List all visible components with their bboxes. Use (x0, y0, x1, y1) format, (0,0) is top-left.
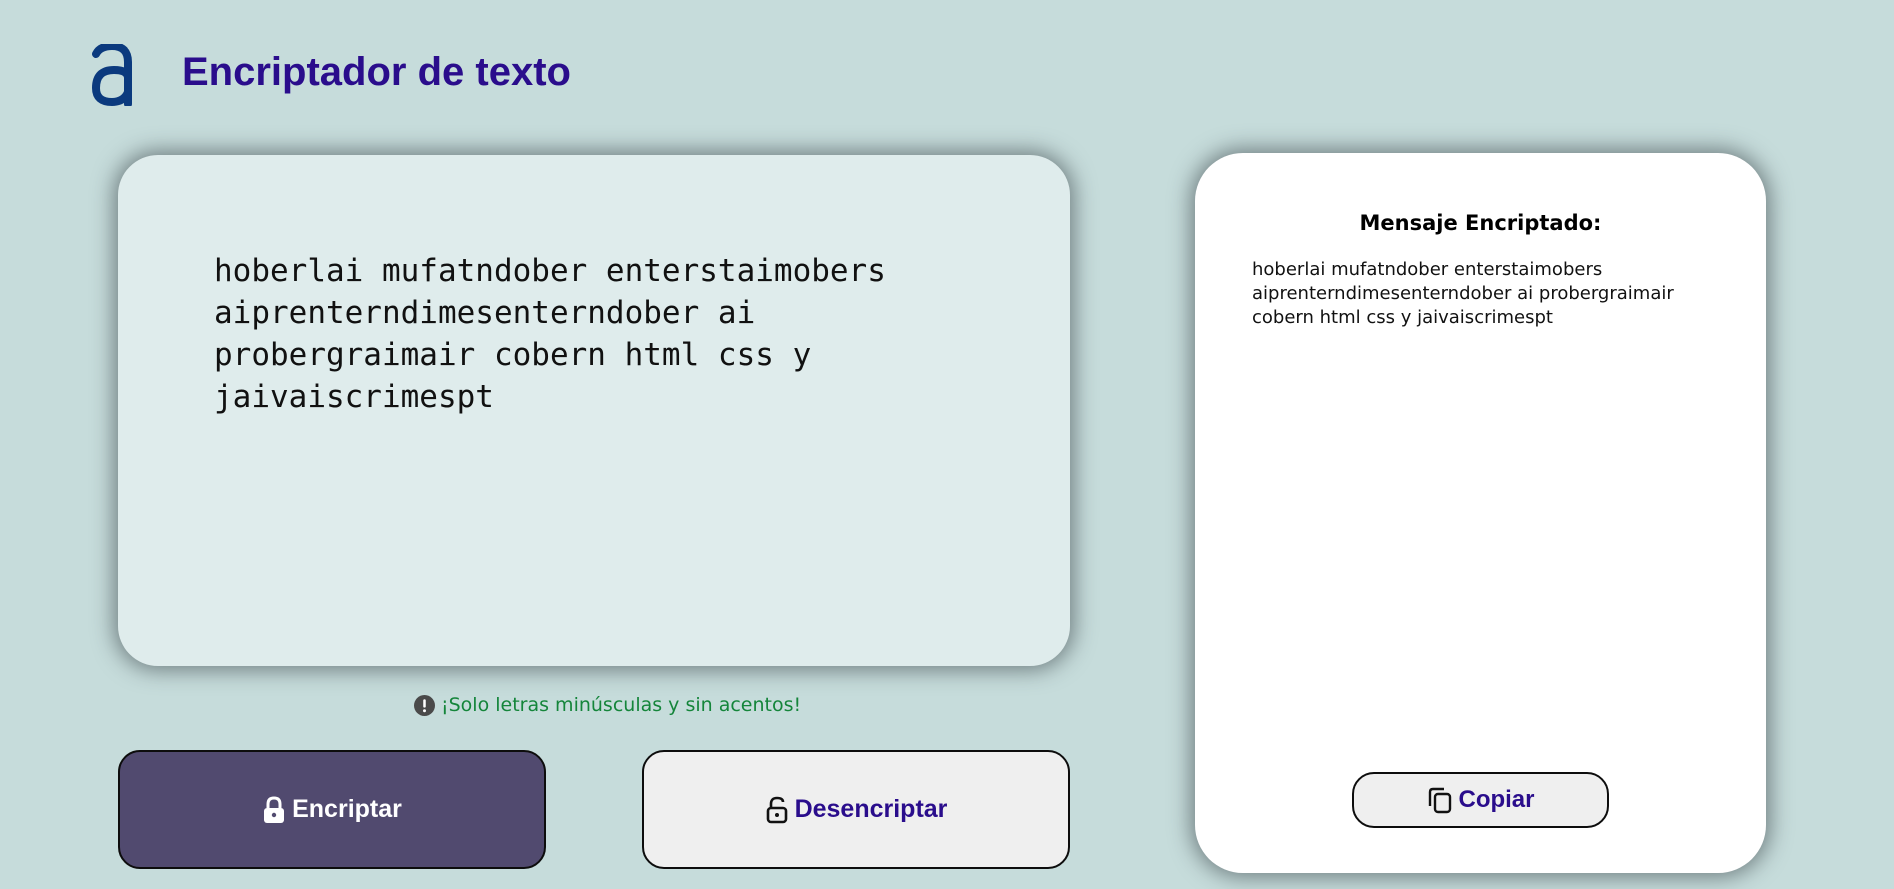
copy-button[interactable]: Copiar (1352, 772, 1609, 828)
unlock-icon (766, 796, 787, 823)
copy-icon (1429, 787, 1452, 814)
encrypt-button-label: Encriptar (292, 795, 402, 823)
encrypt-button[interactable]: Encriptar (118, 750, 546, 869)
input-hint: ¡Solo letras minúsculas y sin acentos! (414, 693, 801, 717)
app-page: Encriptador de texto hoberlai mufatndobe… (0, 0, 1894, 889)
decrypt-button-label: Desencriptar (794, 795, 948, 823)
lock-icon (264, 795, 285, 823)
output-text: hoberlai mufatndober enterstaimobers aip… (1252, 259, 1674, 328)
output-title: Mensaje Encriptado: (1359, 211, 1602, 235)
copy-button-label: Copiar (1458, 786, 1535, 813)
page-title: Encriptador de texto (182, 50, 571, 94)
hint-text: ¡Solo letras minúsculas y sin acentos! (441, 694, 802, 716)
decrypt-button[interactable]: Desencriptar (642, 750, 1070, 869)
alura-a-logo-icon (91, 44, 132, 106)
exclamation-circle-icon (414, 694, 435, 716)
message-input[interactable]: hoberlai mufatndober enterstaimobers aip… (214, 250, 974, 550)
